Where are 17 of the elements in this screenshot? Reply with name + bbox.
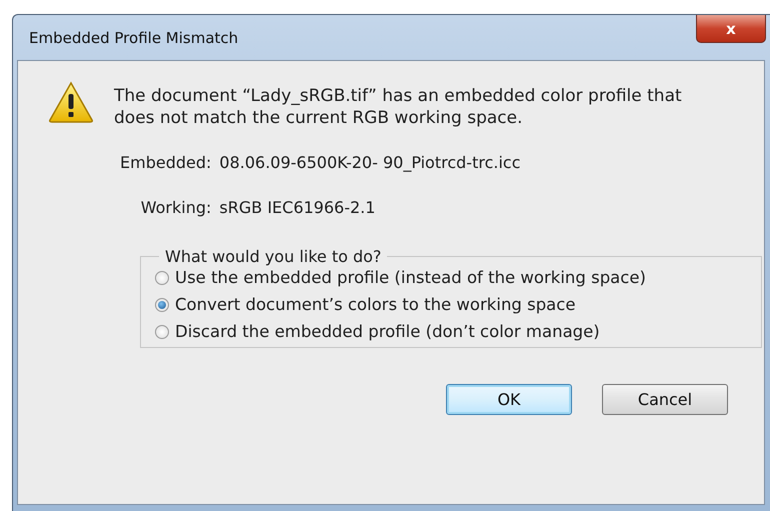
detail-label: Embedded: (120, 153, 212, 172)
warning-icon (48, 81, 94, 123)
option-label[interactable]: Convert document’s colors to the working space (175, 295, 576, 314)
radio-button[interactable] (155, 298, 169, 312)
radio-button[interactable] (155, 324, 169, 338)
message-text: The document “Lady_sRGB.tif” has an embedded color profile that does not match the current RGB working space. (114, 85, 683, 129)
detail-label: Working: (140, 198, 212, 217)
close-button[interactable]: x (696, 15, 766, 43)
window-title: Embedded Profile Mismatch (29, 28, 238, 46)
group-legend: What would you like to do? (159, 247, 388, 266)
option-label[interactable]: Use the embedded profile (instead of the working space) (175, 268, 646, 287)
detail-value: 08.06.09-6500K-20- 90_Piotrcd-trc.icc (219, 153, 520, 172)
radio-button[interactable] (155, 270, 169, 284)
detail-value: sRGB IEC61966-2.1 (219, 198, 376, 217)
ok-button[interactable]: OK (446, 384, 572, 415)
cancel-button[interactable]: Cancel (602, 384, 728, 415)
option-label[interactable]: Discard the embedded profile (don’t color manage) (175, 322, 600, 341)
